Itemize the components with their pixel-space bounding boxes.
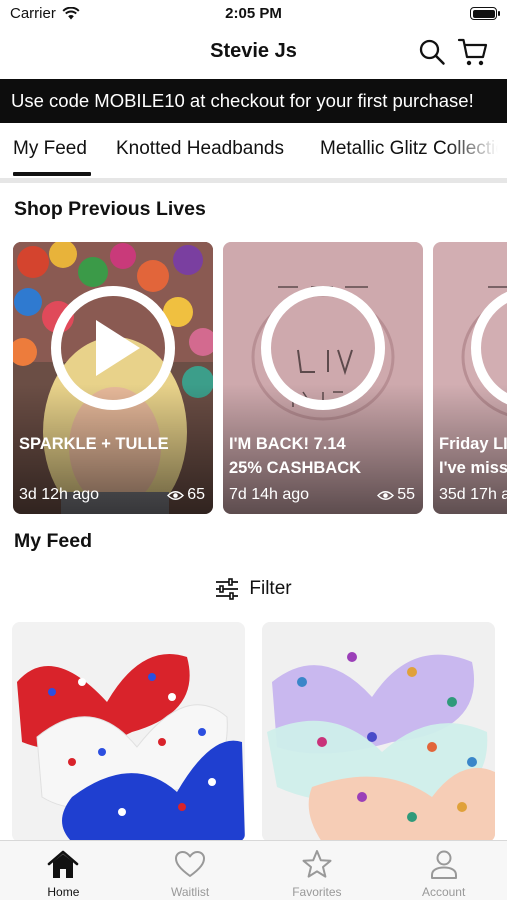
tab-waitlist[interactable]: Waitlist	[127, 841, 254, 900]
bottom-tab-bar: Home Waitlist Favorites Account	[0, 840, 507, 900]
product-card[interactable]	[12, 622, 245, 842]
star-icon	[302, 850, 332, 878]
tab-my-feed[interactable]: My Feed	[13, 138, 87, 160]
search-icon[interactable]	[418, 38, 446, 66]
eye-icon	[167, 490, 185, 500]
live-meta: 7d 14h ago 55	[229, 486, 415, 504]
live-replay-card[interactable]: SPARKLE + TULLE 3d 12h ago 65	[13, 242, 213, 514]
status-time: 2:05 PM	[225, 5, 282, 22]
filter-label: Filter	[249, 578, 292, 599]
live-replay-card[interactable]: I'M BACK! 7.14 25% CASHBACK 7d 14h ago 5…	[223, 242, 423, 514]
live-age: 3d 12h ago	[19, 486, 100, 503]
tab-home[interactable]: Home	[0, 841, 127, 900]
promo-banner[interactable]: Use code MOBILE10 at checkout for your f…	[0, 79, 507, 123]
cart-icon[interactable]	[457, 36, 489, 68]
feed-heading: My Feed	[14, 530, 93, 552]
previous-lives-heading: Shop Previous Lives	[14, 198, 206, 220]
navigation-bar: Stevie Js	[0, 30, 507, 78]
live-meta: 35d 17h ago	[439, 486, 507, 504]
view-count: 65	[187, 486, 205, 503]
status-bar: Carrier 2:05 PM	[0, 0, 507, 30]
live-replay-card[interactable]: Friday LIVE I've missed you 35d 17h ago	[433, 242, 507, 514]
product-image	[12, 622, 245, 842]
play-button-ring	[261, 286, 385, 410]
category-tabs: My Feed Knotted Headbands Metallic Glitz…	[0, 123, 507, 178]
heart-icon	[175, 851, 206, 877]
view-count: 55	[397, 486, 415, 503]
live-age: 35d 17h ago	[439, 486, 507, 503]
tabs-fade-overlay	[447, 123, 507, 178]
tab-waitlist-label: Waitlist	[171, 885, 210, 899]
previous-lives-carousel[interactable]: SPARKLE + TULLE 3d 12h ago 65 I'M BACK! …	[13, 242, 507, 515]
tab-favorites-label: Favorites	[292, 885, 342, 899]
home-icon	[48, 850, 79, 878]
tab-knotted-headbands[interactable]: Knotted Headbands	[116, 138, 284, 160]
tab-favorites[interactable]: Favorites	[254, 841, 381, 900]
product-image	[262, 622, 495, 842]
live-meta: 3d 12h ago 65	[19, 486, 205, 504]
product-card[interactable]	[262, 622, 495, 842]
active-tab-indicator	[13, 172, 91, 176]
live-title: Friday LIVE I've missed you	[439, 435, 507, 477]
tab-account[interactable]: Account	[380, 841, 507, 900]
play-icon[interactable]	[96, 320, 140, 376]
tab-home-label: Home	[47, 885, 80, 899]
tab-account-label: Account	[421, 885, 466, 899]
eye-icon	[377, 490, 395, 500]
filter-icon	[216, 578, 239, 600]
filter-button[interactable]: Filter	[0, 575, 507, 603]
live-age: 7d 14h ago	[229, 486, 310, 503]
person-icon	[430, 850, 457, 879]
live-title: SPARKLE + TULLE	[19, 435, 169, 453]
tabs-divider	[0, 178, 507, 183]
live-title: I'M BACK! 7.14 25% CASHBACK	[229, 435, 362, 477]
battery-icon	[470, 7, 500, 20]
